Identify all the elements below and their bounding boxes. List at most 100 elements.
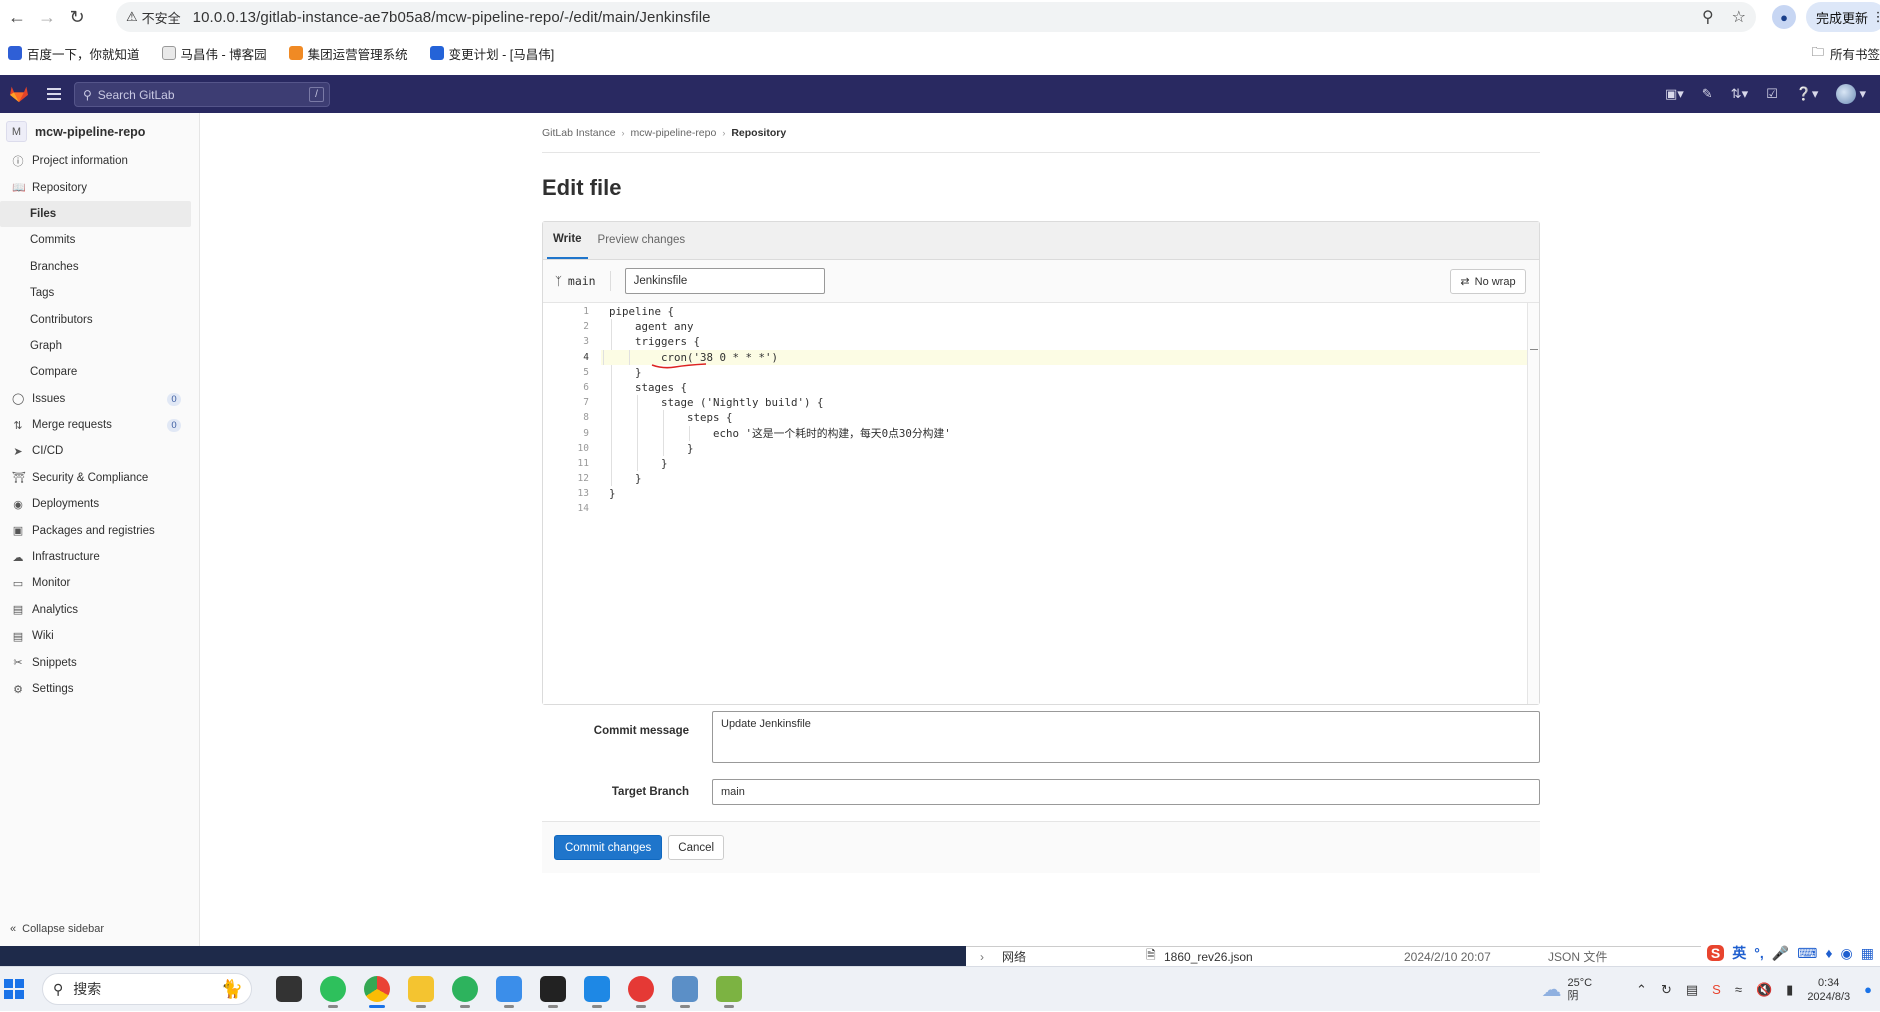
user-menu[interactable]: ▾	[1836, 84, 1866, 104]
bookmarks-folder[interactable]: 🗀 所有书签	[1811, 38, 1880, 68]
code-line[interactable]: cron('38 0 * * *')	[601, 349, 1527, 365]
sidebar-subitem-compare[interactable]: Compare	[0, 359, 199, 385]
ime-skin-icon[interactable]: ♦	[1825, 945, 1832, 961]
chrome-app-icon[interactable]	[364, 976, 390, 1008]
clock[interactable]: 0:34 2024/8/3	[1807, 976, 1850, 1004]
snipaste-app-icon[interactable]	[584, 976, 610, 1008]
sidebar-item-cicd[interactable]: ➤ CI/CD	[0, 438, 199, 464]
sidebar-item-settings[interactable]: ⚙ Settings	[0, 676, 199, 702]
bookmark-star-icon[interactable]: ☆	[1732, 7, 1746, 27]
code-line[interactable]: }	[609, 455, 1527, 472]
ime-mode[interactable]: 英	[1732, 943, 1746, 963]
collapse-sidebar-button[interactable]: « Collapse sidebar	[10, 923, 104, 935]
tray-app-icon[interactable]: ▤	[1686, 982, 1698, 998]
address-bar[interactable]: ⚠ 不安全 10.0.0.13/gitlab-instance-ae7b05a8…	[116, 2, 1756, 32]
code-editor[interactable]: 1 2 3 4 5 6 7 8 9 10 11 12 13 14 pipeline { agent any…	[543, 303, 1539, 704]
ime-punctuation-icon[interactable]: °,	[1754, 945, 1764, 961]
notification-bell-icon[interactable]: ●	[1864, 982, 1872, 997]
sidebar-subitem-files[interactable]: Files	[0, 200, 191, 228]
code-line[interactable]: stages {	[609, 379, 1527, 396]
wifi-icon[interactable]: ≈	[1735, 982, 1742, 997]
terminal-app-icon[interactable]	[276, 976, 302, 1002]
volume-muted-icon[interactable]: 🔇	[1756, 982, 1772, 998]
image-viewer-app-icon[interactable]	[672, 976, 698, 1008]
bookmark-baidu[interactable]: 百度一下，你就知道	[8, 44, 140, 63]
sync-icon[interactable]: ↻	[1661, 982, 1672, 998]
taskbar-search[interactable]: ⚲ 搜索 🐈	[42, 973, 252, 1005]
background-file-name[interactable]: 1860_rev26.json	[1164, 950, 1253, 964]
code-line[interactable]: }	[609, 471, 1527, 487]
breadcrumb-instance[interactable]: GitLab Instance	[542, 127, 616, 139]
code-line[interactable]	[609, 501, 1527, 516]
commit-changes-button[interactable]: Commit changes	[554, 835, 663, 860]
sidebar-item-packages[interactable]: ▣ Packages and registries	[0, 517, 199, 543]
windows-start-icon[interactable]	[4, 979, 24, 999]
bookmark-cnblogs[interactable]: 马昌伟 - 博客园	[161, 44, 267, 63]
code-line[interactable]: steps {	[609, 410, 1527, 426]
insecure-indicator[interactable]: ⚠ 不安全	[126, 8, 193, 27]
cancel-button[interactable]: Cancel	[668, 835, 725, 860]
ime-voice-icon[interactable]: 🎤	[1772, 945, 1789, 962]
gitlab-logo-icon[interactable]	[9, 85, 29, 103]
menu-icon[interactable]	[47, 88, 61, 100]
sidebar-subitem-contributors[interactable]: Contributors	[0, 306, 199, 332]
sogou-tray-icon[interactable]: S	[1712, 982, 1721, 997]
sidebar-item-monitor[interactable]: ▭ Monitor	[0, 570, 199, 596]
file-name-input[interactable]	[624, 268, 825, 294]
bookmark-change-plan[interactable]: 变更计划 - [马昌伟]	[429, 44, 554, 63]
chevron-up-icon[interactable]: ⌃	[1636, 982, 1647, 998]
url-text[interactable]: 10.0.0.13/gitlab-instance-ae7b05a8/mcw-p…	[193, 9, 711, 26]
project-header[interactable]: M mcw-pipeline-repo	[0, 113, 199, 148]
back-icon[interactable]: ←	[2, 2, 32, 32]
zoom-icon[interactable]: ⚲	[1702, 7, 1714, 27]
no-wrap-button[interactable]: ⇄ No wrap	[1450, 269, 1526, 294]
browser-app-icon[interactable]	[452, 976, 478, 1008]
sidebar-subitem-branches[interactable]: Branches	[0, 254, 199, 280]
code-line[interactable]: }	[609, 364, 1527, 380]
sogou-ime-icon[interactable]: S	[1706, 945, 1725, 961]
battery-icon[interactable]: ▮	[1786, 982, 1793, 998]
breadcrumb-repository[interactable]: Repository	[731, 127, 786, 139]
issues-nav-icon[interactable]: ✎	[1702, 86, 1713, 102]
editor-scrollbar[interactable]	[1527, 303, 1539, 704]
todos-icon[interactable]: ☑	[1766, 86, 1778, 102]
search-input[interactable]: ⚲ Search GitLab /	[74, 82, 330, 107]
notepad-app-icon[interactable]	[716, 976, 742, 1008]
code-line[interactable]: echo '这是一个耗时的构建，每天0点30分构建'	[609, 425, 1527, 441]
network-tree-item[interactable]: 网络	[1002, 948, 1026, 965]
sidebar-item-deployments[interactable]: ◉ Deployments	[0, 491, 199, 517]
sidebar-item-repository[interactable]: 📖 Repository	[0, 174, 199, 200]
code-line[interactable]: triggers {	[609, 334, 1527, 350]
ime-toolbox-icon[interactable]: ▦	[1861, 945, 1874, 962]
code-line[interactable]: pipeline {	[609, 304, 1527, 319]
sidebar-item-analytics[interactable]: ▤ Analytics	[0, 597, 199, 623]
breadcrumb-project[interactable]: mcw-pipeline-repo	[631, 127, 717, 139]
sidebar-subitem-graph[interactable]: Graph	[0, 333, 199, 359]
tab-preview-changes[interactable]: Preview changes	[592, 221, 692, 259]
help-icon[interactable]: ❔▾	[1796, 86, 1819, 102]
mail-app-icon[interactable]	[628, 976, 654, 1008]
sidebar-subitem-tags[interactable]: Tags	[0, 280, 199, 306]
sidebar-item-merge-requests[interactable]: ⇅ Merge requests 0	[0, 412, 199, 438]
update-button[interactable]: 完成更新 ⋮	[1806, 2, 1880, 32]
code-lines[interactable]: pipeline { agent any triggers { cron('38…	[601, 304, 1527, 517]
sidebar-item-infrastructure[interactable]: ☁ Infrastructure	[0, 544, 199, 570]
code-line[interactable]: agent any	[609, 319, 1527, 335]
sidebar-subitem-commits[interactable]: Commits	[0, 227, 199, 253]
code-line[interactable]: }	[609, 440, 1527, 456]
tab-write[interactable]: Write	[547, 221, 588, 259]
feishu-app-icon[interactable]	[496, 976, 522, 1008]
sidebar-item-security[interactable]: ⛩ Security & Compliance	[0, 465, 199, 491]
sidebar-item-issues[interactable]: ◯ Issues 0	[0, 386, 199, 412]
ime-game-icon[interactable]: ◉	[1841, 945, 1853, 962]
forward-icon[interactable]: →	[32, 2, 62, 32]
commit-message-textarea[interactable]: Update Jenkinsfile	[712, 711, 1540, 763]
reload-icon[interactable]: ↻	[62, 2, 92, 32]
merge-requests-nav-icon[interactable]: ⇅▾	[1731, 86, 1748, 102]
profile-icon[interactable]: ●	[1772, 5, 1796, 29]
file-explorer-app-icon[interactable]	[408, 976, 434, 1008]
sidebar-item-wiki[interactable]: ▤ Wiki	[0, 623, 199, 649]
target-branch-input[interactable]	[712, 779, 1540, 805]
code-line[interactable]: stage ('Nightly build') {	[609, 395, 1527, 411]
code-line[interactable]: }	[609, 486, 1527, 501]
